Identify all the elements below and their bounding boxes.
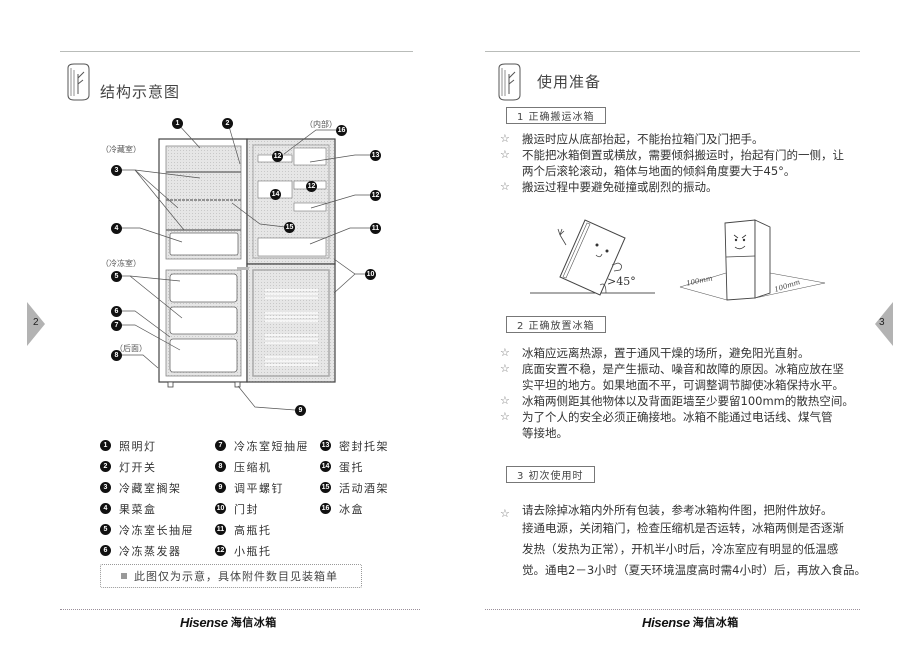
star-bullet-icon: ☆ <box>500 362 510 375</box>
bullet-item: ☆ 底面安置不稳，是产生振动、噪音和故障的原因。冰箱应放在坚 实平坦的地方。如果地面… <box>500 362 844 392</box>
callout-14: 14 <box>270 189 281 200</box>
star-bullet-icon: ☆ <box>500 410 510 423</box>
star-bullet-icon: ☆ <box>500 394 510 407</box>
freezer-door <box>246 263 336 383</box>
page-number: 3 <box>879 317 885 328</box>
square-bullet-icon <box>121 573 127 579</box>
star-bullet-icon: ☆ <box>500 180 510 193</box>
legend-item: 14 蛋托 <box>320 460 364 474</box>
freezer-drawer-short <box>169 338 238 373</box>
section-heading: 使用准备 <box>495 62 601 102</box>
legend-item: 8 压缩机 <box>215 456 309 477</box>
paragraph-line: 发热（发热为正常），开机半小时后，冷冻室应有明显的低温感 <box>522 542 839 556</box>
heading-title: 使用准备 <box>537 73 602 91</box>
brand-logo-cn: 海信冰箱 <box>230 616 277 629</box>
star-bullet-icon: ☆ <box>500 507 510 520</box>
fridge-drawing <box>118 122 370 411</box>
tilt-angle-label: >45° <box>607 275 636 288</box>
section-1-title: 1 正确搬运冰箱 <box>506 107 606 124</box>
callout-15: 15 <box>284 222 295 233</box>
callout-13: 13 <box>370 150 381 161</box>
note-box: 此图仅为示意，具体附件数目见装箱单 <box>100 564 362 588</box>
bullet-item: ☆ 搬运过程中要避免碰撞或剧烈的振动。 <box>500 180 718 194</box>
legend-item: 15 活动酒架 <box>320 481 389 495</box>
paragraph-line: 接通电源，关闭箱门，检查压缩机是否运转，冰箱两侧是否逐渐 <box>522 521 844 535</box>
callout-10: 10 <box>365 269 376 280</box>
legend-item: 12 小瓶托 <box>215 544 272 558</box>
footer-brand: Hisense 海信冰箱 <box>180 614 277 630</box>
star-bullet-icon: ☆ <box>500 132 510 145</box>
callout-2: 2 <box>222 113 241 134</box>
right-page: 使用准备 3 1 正确搬运冰箱 ☆ 搬运时应从底部抬起，不能抬拉箱门及门把手。 ☆… <box>460 0 920 651</box>
legend-item: 16 冰盒 <box>320 502 364 516</box>
legend-column-1: 1 照明灯 2 灯开关 3 冷藏室搁架 4 果菜盒 5 冷冻室长抽屉 6 冷冻蒸发器 <box>100 435 194 561</box>
brand-logo-cn: 海信冰箱 <box>692 616 739 629</box>
callout-5: 5 <box>111 266 130 287</box>
callout-4: 4 <box>111 218 130 239</box>
section-2-bullets: ☆ 冰箱应远离热源，置于通风干燥的场所，避免阳光直射。 ☆ 底面安置不稳，是产生振动… <box>500 345 854 441</box>
brand-logo-en: Hisense <box>180 614 228 630</box>
handling-illustration: >45° 100mm 100mm <box>530 205 830 305</box>
legend-item: 7 冷冻室短抽屉 <box>215 435 309 456</box>
crisper-drawer <box>169 232 239 256</box>
callout-16: 16 <box>336 125 347 136</box>
callout-3: 3 <box>111 160 130 181</box>
section-3-continuation: 接通电源，关闭箱门，检查压缩机是否运转，冰箱两侧是否逐渐 发热（发热为正常），开… <box>522 518 866 581</box>
bullet-item: ☆ 冰箱两侧距其他物体以及背面距墙至少要留100mm的散热空间。 <box>500 394 854 408</box>
callout-8: 8 <box>111 345 130 366</box>
freezer-drawer-mid <box>169 306 238 335</box>
callout-12c: 12 <box>306 181 317 192</box>
callout-12b: 12 <box>272 151 283 162</box>
legend-column-3: 13 密封托架 14 蛋托 15 活动酒架 16 冰盒 <box>320 435 389 519</box>
callout-1: 1 <box>172 113 191 134</box>
star-bullet-icon: ☆ <box>500 148 510 161</box>
fridge-logo-icon <box>498 63 521 101</box>
inside-view-label: （内部） <box>305 120 337 129</box>
legend-item: 10 门封 <box>215 502 259 516</box>
brand-logo-en: Hisense <box>642 614 690 630</box>
footer-brand: Hisense 海信冰箱 <box>642 614 739 630</box>
callout-7: 7 <box>111 315 130 336</box>
legend-item: 6 冷冻蒸发器 <box>100 540 194 561</box>
left-page: 结构示意图 2 （冷藏室） （冷冻室） （后面） （内部） 1 2 3 4 5 … <box>0 0 460 651</box>
fridge-structure-diagram: （冷藏室） （冷冻室） （后面） （内部） 1 2 3 4 5 6 7 8 9 … <box>0 0 460 430</box>
freezer-drawer-long <box>169 273 238 303</box>
paragraph-line: 觉。通电2－3小时（夏天环境温度高时需4小时）后，再放入食品。 <box>522 563 866 577</box>
bullet-item: ☆ 不能把冰箱倒置或横放，需要倾斜搬运时，抬起有门的一侧，让 两个后滚轮滚动，箱体与… <box>500 148 844 178</box>
bullet-item: ☆ 冰箱应远离热源，置于通风干燥的场所，避免阳光直射。 <box>500 346 810 360</box>
bullet-item: ☆ 搬运时应从底部抬起，不能抬拉箱门及门把手。 <box>500 132 764 146</box>
legend-item: 4 果菜盒 <box>100 498 194 519</box>
star-bullet-icon: ☆ <box>500 346 510 359</box>
bullet-item: ☆ 为了个人的安全必须正确接地。冰箱不能通过电话线、煤气管 等接地。 <box>500 410 833 440</box>
legend-item: 3 冷藏室搁架 <box>100 477 194 498</box>
section-2-title: 2 正确放置冰箱 <box>506 316 606 333</box>
section-3-title: 3 初次使用时 <box>506 466 595 483</box>
fridge-compartment-label: （冷藏室） <box>101 145 141 154</box>
page-tab-triangle-icon <box>875 302 893 346</box>
callout-12: 12 <box>370 190 381 201</box>
legend-item: 5 冷冻室长抽屉 <box>100 519 194 540</box>
bottom-rule <box>60 609 420 610</box>
legend-item: 9 调平螺钉 <box>215 477 309 498</box>
section-1-bullets: ☆ 搬运时应从底部抬起，不能抬拉箱门及门把手。 ☆ 不能把冰箱倒置或横放，需要倾斜搬… <box>500 131 844 195</box>
bottom-rule <box>485 609 860 610</box>
callout-11: 11 <box>370 223 381 234</box>
legend-column-2: 7 冷冻室短抽屉 8 压缩机 9 调平螺钉 10 门封 11 高瓶托 12 小瓶托 <box>215 435 309 561</box>
legend-item: 2 灯开关 <box>100 456 194 477</box>
top-rule <box>485 51 860 52</box>
note-text: 此图仅为示意，具体附件数目见装箱单 <box>134 570 338 583</box>
callout-9: 9 <box>295 400 314 421</box>
legend-item: 13 密封托架 <box>320 439 389 453</box>
legend-item: 11 高瓶托 <box>215 523 272 537</box>
legend-item: 1 照明灯 <box>100 435 194 456</box>
